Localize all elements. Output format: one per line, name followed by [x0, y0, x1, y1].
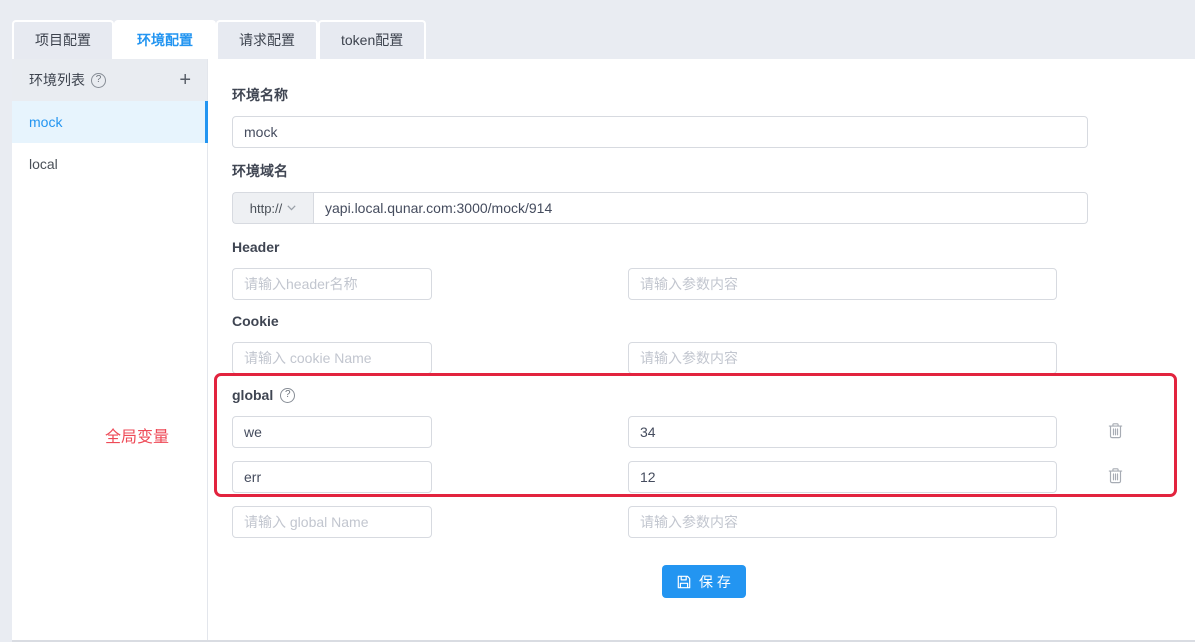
sidebar-item-label: mock [29, 114, 62, 130]
header-value-input[interactable] [628, 268, 1057, 300]
global-row-empty [232, 506, 1195, 538]
cookie-row [232, 342, 1195, 374]
env-name-input[interactable] [232, 116, 1088, 148]
header-row [232, 268, 1195, 300]
environment-list-help-icon[interactable]: ? [91, 73, 106, 88]
chevron-down-icon [287, 205, 296, 211]
delete-global-row-button[interactable] [1107, 422, 1124, 442]
trash-icon [1107, 422, 1124, 442]
env-domain-input[interactable] [313, 192, 1088, 224]
sidebar-item-local[interactable]: local [12, 143, 207, 185]
global-value-input[interactable] [628, 506, 1057, 538]
save-row: 保 存 [232, 565, 1195, 598]
global-name-input[interactable] [232, 461, 432, 493]
env-domain-label: 环境域名 [232, 163, 1195, 179]
environment-form: 环境名称 环境域名 http:// Header Coo [208, 59, 1195, 640]
delete-global-row-button[interactable] [1107, 467, 1124, 487]
env-name-label: 环境名称 [232, 87, 1195, 103]
environment-list-title: 环境列表 [29, 70, 85, 90]
global-row-2 [232, 461, 1195, 493]
global-section-label: global ? [232, 387, 1195, 403]
global-help-icon[interactable]: ? [280, 388, 295, 403]
tab-environment-config[interactable]: 环境配置 [114, 20, 216, 59]
environment-list-sidebar: 环境列表 ? + mock local [12, 59, 208, 640]
save-button[interactable]: 保 存 [662, 565, 746, 598]
trash-icon [1107, 467, 1124, 487]
global-row-1 [232, 416, 1195, 448]
header-section-label: Header [232, 239, 1195, 255]
protocol-select[interactable]: http:// [232, 192, 313, 224]
cookie-value-input[interactable] [628, 342, 1057, 374]
environment-config-panel: 环境列表 ? + mock local 环境名称 环境域名 http:// [12, 59, 1195, 642]
save-button-label: 保 存 [699, 572, 731, 592]
add-environment-button[interactable]: + [179, 70, 191, 90]
cookie-section-label: Cookie [232, 313, 1195, 329]
env-domain-row: http:// [232, 192, 1088, 224]
tab-project-config[interactable]: 项目配置 [12, 20, 114, 59]
tab-request-config[interactable]: 请求配置 [216, 20, 318, 59]
environment-list-header: 环境列表 ? + [12, 59, 207, 101]
global-value-input[interactable] [628, 416, 1057, 448]
config-tabbar: 项目配置 环境配置 请求配置 token配置 [0, 0, 1195, 59]
global-name-input[interactable] [232, 506, 432, 538]
sidebar-item-label: local [29, 156, 58, 172]
sidebar-item-mock[interactable]: mock [12, 101, 207, 143]
protocol-value: http:// [250, 201, 283, 216]
header-name-input[interactable] [232, 268, 432, 300]
cookie-name-input[interactable] [232, 342, 432, 374]
global-name-input[interactable] [232, 416, 432, 448]
save-icon [677, 575, 691, 589]
global-value-input[interactable] [628, 461, 1057, 493]
tab-token-config[interactable]: token配置 [318, 20, 426, 59]
